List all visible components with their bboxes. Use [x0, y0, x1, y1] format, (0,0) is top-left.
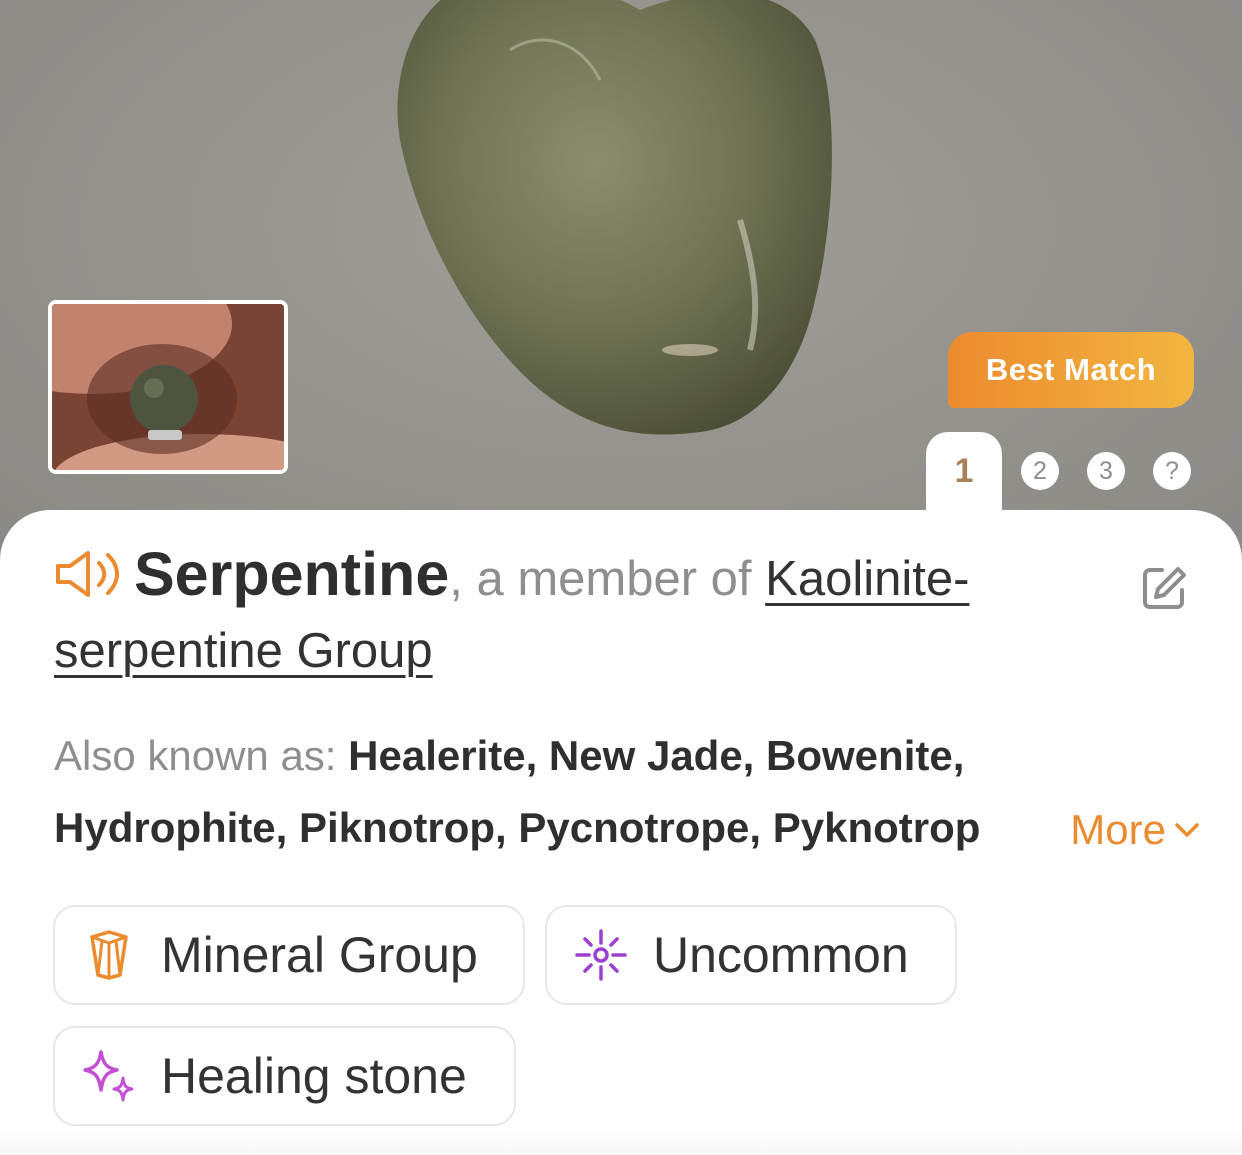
- sparkles-icon: [79, 1048, 139, 1104]
- tag-healing-stone[interactable]: Healing stone: [53, 1026, 516, 1126]
- sparkle-burst-icon: [571, 927, 631, 983]
- aka-label: Also known as:: [54, 732, 349, 779]
- more-label: More: [1070, 806, 1166, 853]
- edit-icon[interactable]: [1140, 564, 1188, 617]
- tag-mineral-group[interactable]: Mineral Group: [53, 905, 525, 1005]
- more-button[interactable]: More: [1010, 794, 1200, 866]
- tag-label: Mineral Group: [161, 927, 478, 983]
- bottom-edge: [0, 1130, 1242, 1155]
- pager-tab-unknown[interactable]: ?: [1153, 452, 1191, 490]
- best-match-badge: Best Match: [948, 332, 1194, 408]
- stone-photo: [397, 0, 832, 435]
- pager-tab-3[interactable]: 3: [1087, 452, 1125, 490]
- tag-label: Healing stone: [161, 1048, 467, 1104]
- species-title: Serpentine, a member of Kaolinite-serpen…: [54, 540, 1134, 685]
- speaker-icon[interactable]: [54, 549, 120, 617]
- tag-label: Uncommon: [653, 927, 909, 983]
- species-name: Serpentine: [134, 540, 450, 608]
- pager-tab-2[interactable]: 2: [1021, 452, 1059, 490]
- member-of-text: , a member of: [449, 552, 766, 606]
- crystal-icon: [79, 929, 139, 981]
- user-photo-thumbnail[interactable]: [48, 300, 288, 474]
- pager-tab-1-label: 1: [954, 452, 974, 490]
- tag-uncommon[interactable]: Uncommon: [545, 905, 957, 1005]
- chevron-down-icon: [1175, 823, 1199, 837]
